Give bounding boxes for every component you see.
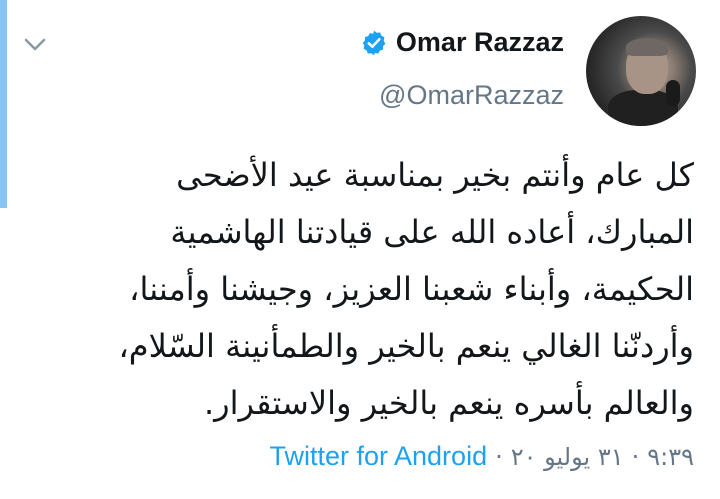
avatar-hair [626,38,668,56]
verified-badge-icon [362,30,386,55]
tweet-time[interactable]: ٩:٣٩ [647,443,694,471]
chevron-down-icon [24,38,46,51]
tweet-text: كل عام وأنتم بخير بمناسبة عيد الأضحى الم… [118,156,694,422]
avatar-microphone [666,80,680,106]
tweet-meta: ٩:٣٩ · ٣١ يوليو ٢٠ · Twitter for Android [269,441,694,472]
thread-accent-bar [0,0,7,208]
author-handle[interactable]: @OmarRazzaz [379,80,564,111]
tweet-date[interactable]: ٣١ يوليو ٢٠ [511,443,624,471]
tweet-menu-button[interactable] [18,30,52,60]
meta-separator: · [631,442,640,471]
meta-separator: · [495,442,503,471]
author-name-row[interactable]: Omar Razzaz [360,27,564,58]
tweet-source-link[interactable]: Twitter for Android [269,441,487,472]
author-display-name[interactable]: Omar Razzaz [396,27,564,58]
avatar[interactable] [586,16,696,126]
